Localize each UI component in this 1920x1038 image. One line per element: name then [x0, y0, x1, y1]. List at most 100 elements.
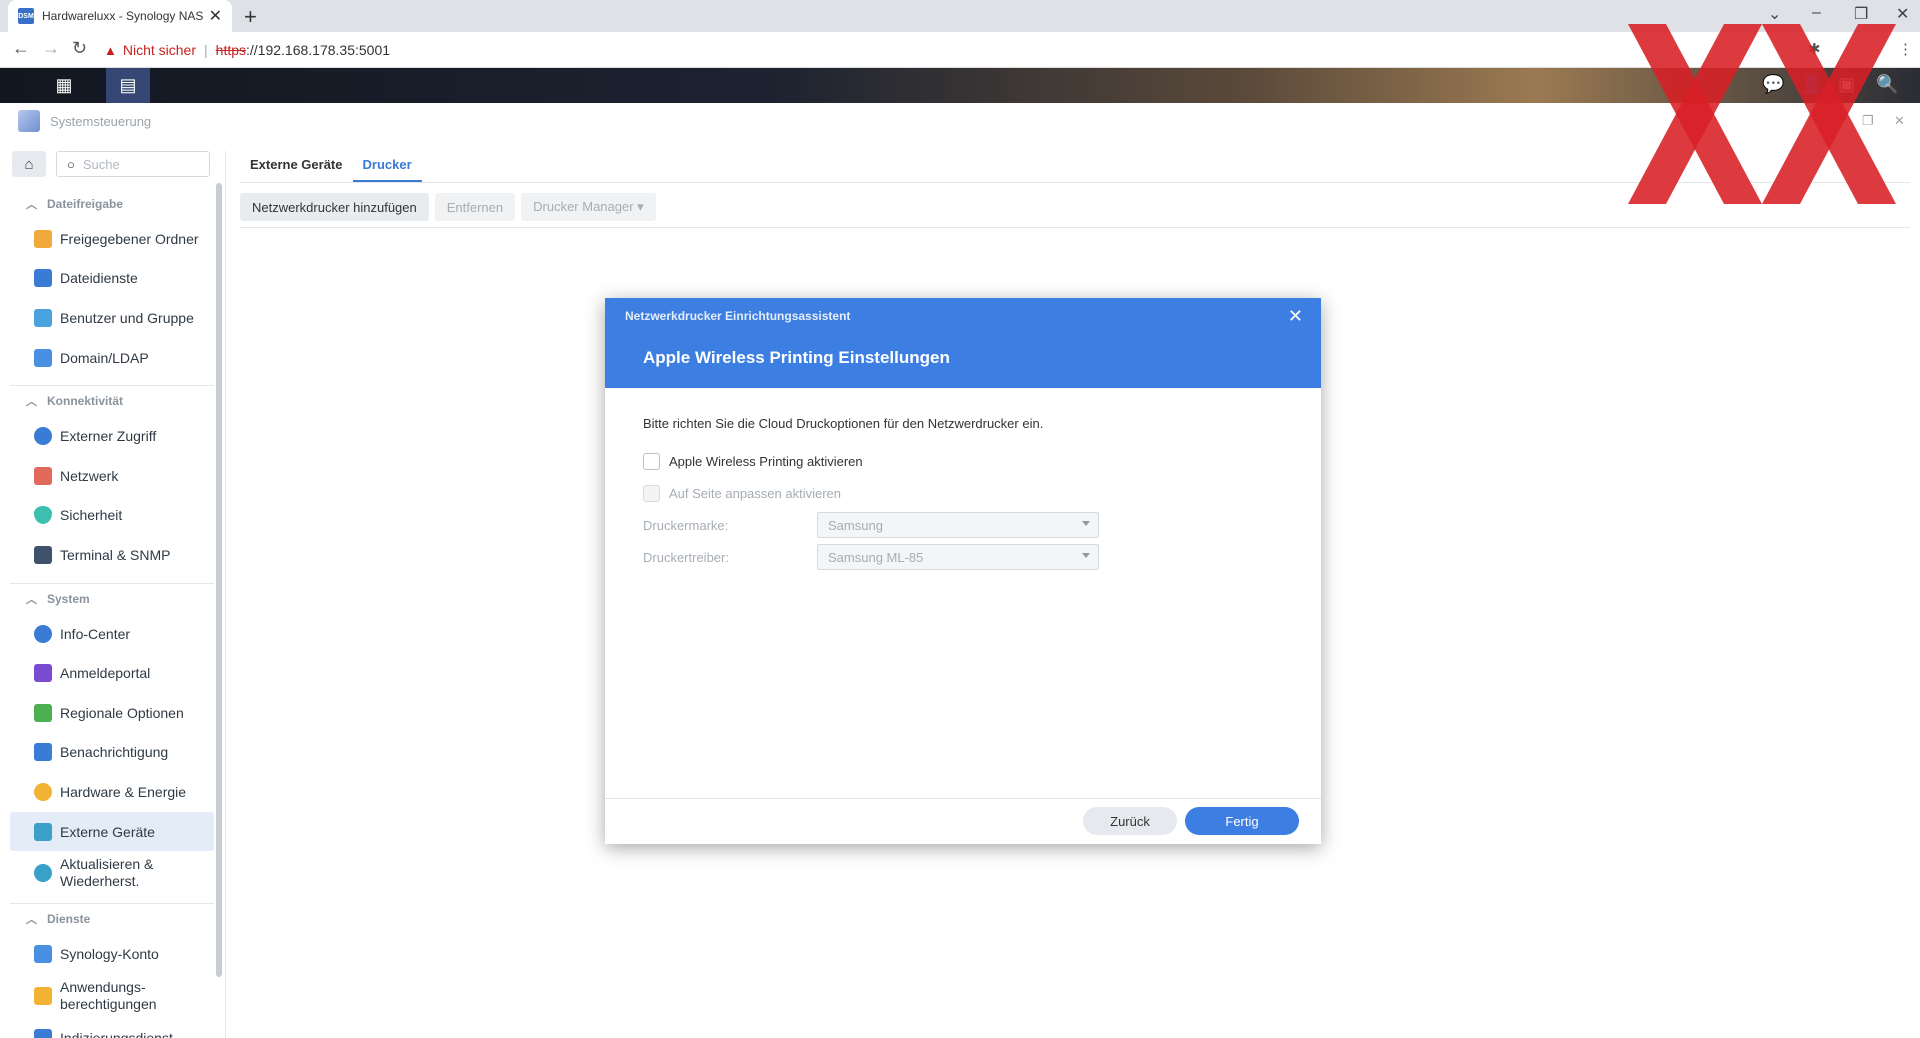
- regional-options-icon: [34, 703, 52, 722]
- main-menu-grid-icon[interactable]: ▦: [42, 68, 86, 103]
- notification-icon: [34, 743, 52, 762]
- dialog-title: Apple Wireless Printing Einstellungen: [643, 348, 950, 367]
- external-devices-icon: [34, 822, 52, 841]
- window-close-icon[interactable]: ✕: [1896, 4, 1909, 24]
- sidebar-item-aktualisieren[interactable]: Aktualisieren & Wiederherst.: [10, 851, 214, 895]
- sidebar-item-info-center[interactable]: Info-Center: [10, 614, 214, 654]
- lightbulb-icon: [34, 782, 52, 801]
- chevron-up-icon: ︿: [26, 199, 37, 211]
- users-icon: [34, 308, 52, 327]
- control-panel-task-icon[interactable]: ▤: [106, 68, 150, 103]
- dsm-favicon-icon: DSM: [18, 8, 34, 24]
- window-title: Systemsteuerung: [50, 113, 152, 129]
- sidebar-item-terminal-snmp[interactable]: Terminal & SNMP: [10, 535, 214, 575]
- dropdown-arrow-icon: [1082, 521, 1090, 526]
- sidebar-item-anwendungsberechtigungen[interactable]: Anwendungs- berechtigungen: [10, 974, 214, 1018]
- fit-to-page-row[interactable]: Auf Seite anpassen aktivieren: [643, 477, 1283, 509]
- sidebar-item-domain-ldap[interactable]: Domain/LDAP: [10, 338, 214, 378]
- shield-icon: [34, 506, 52, 525]
- section-konnektivitaet[interactable]: ︿ Konnektivität: [0, 386, 214, 416]
- printer-setup-dialog: Netzwerkdrucker Einrichtungsassistent ✕ …: [605, 298, 1321, 844]
- dialog-body: Bitte richten Sie die Cloud Druckoptione…: [605, 388, 1321, 601]
- tab-search-icon[interactable]: ⌄: [1768, 4, 1781, 24]
- enable-airprint-checkbox[interactable]: [643, 452, 660, 470]
- sidebar: ⌂ ○ ︿ Dateifreigabe Freigegebener Ordner…: [0, 151, 226, 1038]
- sidebar-item-externer-zugriff[interactable]: Externer Zugriff: [10, 416, 214, 456]
- url-field[interactable]: ▲ Nicht sicher | https ://192.168.178.35…: [104, 36, 1744, 64]
- section-dateifreigabe[interactable]: ︿ Dateifreigabe: [0, 189, 214, 219]
- tab-externe-geraete[interactable]: Externe Geräte: [240, 157, 353, 182]
- sidebar-list: ︿ Dateifreigabe Freigegebener Ordner Dat…: [0, 189, 214, 1038]
- brand-value: Samsung: [828, 517, 883, 533]
- browser-tab-title: Hardwareluxx - Synology NAS: [42, 9, 204, 23]
- enable-airprint-row[interactable]: Apple Wireless Printing aktivieren: [643, 445, 1283, 477]
- forward-arrow-icon[interactable]: →: [42, 38, 60, 59]
- sidebar-item-netzwerk[interactable]: Netzwerk: [10, 456, 214, 496]
- url-host: ://192.168.178.35:5001: [246, 42, 391, 58]
- warning-icon: ▲: [104, 42, 117, 58]
- sidebar-search-input[interactable]: [82, 156, 183, 172]
- indexing-icon: [34, 1028, 52, 1038]
- security-label: Nicht sicher: [122, 42, 197, 58]
- terminal-icon: [34, 545, 52, 564]
- hardwareluxx-logo: [1628, 24, 1896, 204]
- sidebar-item-dateidienste[interactable]: Dateidienste: [10, 259, 214, 299]
- sidebar-item-benutzer-und-gruppe[interactable]: Benutzer und Gruppe: [10, 298, 214, 338]
- new-tab-icon[interactable]: +: [244, 4, 257, 30]
- login-portal-icon: [34, 664, 52, 683]
- sidebar-item-sicherheit[interactable]: Sicherheit: [10, 496, 214, 536]
- home-button[interactable]: ⌂: [12, 151, 46, 177]
- reload-icon[interactable]: ↻: [72, 38, 87, 59]
- brand-select[interactable]: Samsung: [817, 512, 1099, 538]
- back-arrow-icon[interactable]: ←: [12, 38, 30, 59]
- sidebar-item-label: Anwendungs- berechtigungen: [60, 978, 157, 1012]
- tab-close-icon[interactable]: ✕: [209, 6, 222, 26]
- back-button[interactable]: Zurück: [1083, 807, 1177, 835]
- sidebar-item-synology-konto[interactable]: Synology-Konto: [10, 934, 214, 974]
- driver-label: Druckertreiber:: [643, 549, 729, 565]
- domain-icon: [34, 348, 52, 367]
- section-dienste[interactable]: ︿ Dienste: [0, 904, 214, 934]
- home-icon: ⌂: [24, 155, 34, 173]
- restore-icon[interactable]: ❐: [1854, 4, 1868, 24]
- driver-value: Samsung ML-85: [828, 549, 924, 565]
- sidebar-item-externe-geraete[interactable]: Externe Geräte: [10, 811, 214, 852]
- folder-icon: [34, 229, 52, 248]
- sidebar-item-hardware-energie[interactable]: Hardware & Energie: [10, 772, 214, 812]
- fit-to-page-label: Auf Seite anpassen aktivieren: [669, 485, 841, 501]
- browser-menu-icon[interactable]: ⋮: [1898, 40, 1913, 58]
- sidebar-search[interactable]: ○: [56, 151, 210, 177]
- url-separator: |: [204, 42, 208, 58]
- update-restore-icon: [34, 864, 52, 883]
- driver-row: Druckertreiber: Samsung ML-85: [643, 541, 1283, 573]
- chevron-up-icon: ︿: [26, 593, 37, 606]
- add-network-printer-button[interactable]: Netzwerkdrucker hinzufügen: [240, 193, 429, 221]
- lock-icon: [34, 986, 52, 1005]
- remove-button[interactable]: Entfernen: [434, 193, 516, 221]
- file-services-icon: [34, 269, 52, 288]
- sidebar-scrollbar[interactable]: [216, 183, 222, 977]
- dialog-close-icon[interactable]: ✕: [1288, 306, 1303, 327]
- sidebar-item-benachrichtigung[interactable]: Benachrichtigung: [10, 733, 214, 773]
- brand-label: Druckermarke:: [643, 517, 729, 533]
- divider: [240, 227, 1910, 228]
- printer-manager-button[interactable]: Drucker Manager ▾: [521, 193, 656, 221]
- sidebar-item-freigegebener-ordner[interactable]: Freigegebener Ordner: [10, 219, 214, 259]
- info-icon: [34, 624, 52, 643]
- sidebar-item-label: Aktualisieren & Wiederherst.: [60, 856, 154, 890]
- chevron-up-icon: ︿: [26, 396, 37, 409]
- control-panel-app-icon: [18, 110, 40, 132]
- dialog-header: Netzwerkdrucker Einrichtungsassistent ✕ …: [605, 298, 1321, 388]
- tab-drucker[interactable]: Drucker: [352, 157, 422, 182]
- sidebar-item-indizierungsdienst[interactable]: Indizierungsdienst: [10, 1018, 214, 1038]
- browser-tab[interactable]: DSM Hardwareluxx - Synology NAS ✕: [8, 0, 232, 32]
- driver-select[interactable]: Samsung ML-85: [817, 544, 1099, 570]
- url-protocol: https: [215, 42, 247, 58]
- fit-to-page-checkbox[interactable]: [643, 484, 660, 502]
- sidebar-item-regionale-optionen[interactable]: Regionale Optionen: [10, 693, 214, 733]
- minimize-icon[interactable]: –: [1812, 4, 1821, 22]
- wizard-title: Netzwerkdrucker Einrichtungsassistent: [625, 309, 851, 323]
- sidebar-item-anmeldeportal[interactable]: Anmeldeportal: [10, 653, 214, 693]
- finish-button[interactable]: Fertig: [1185, 807, 1299, 835]
- section-system[interactable]: ︿ System: [0, 584, 214, 614]
